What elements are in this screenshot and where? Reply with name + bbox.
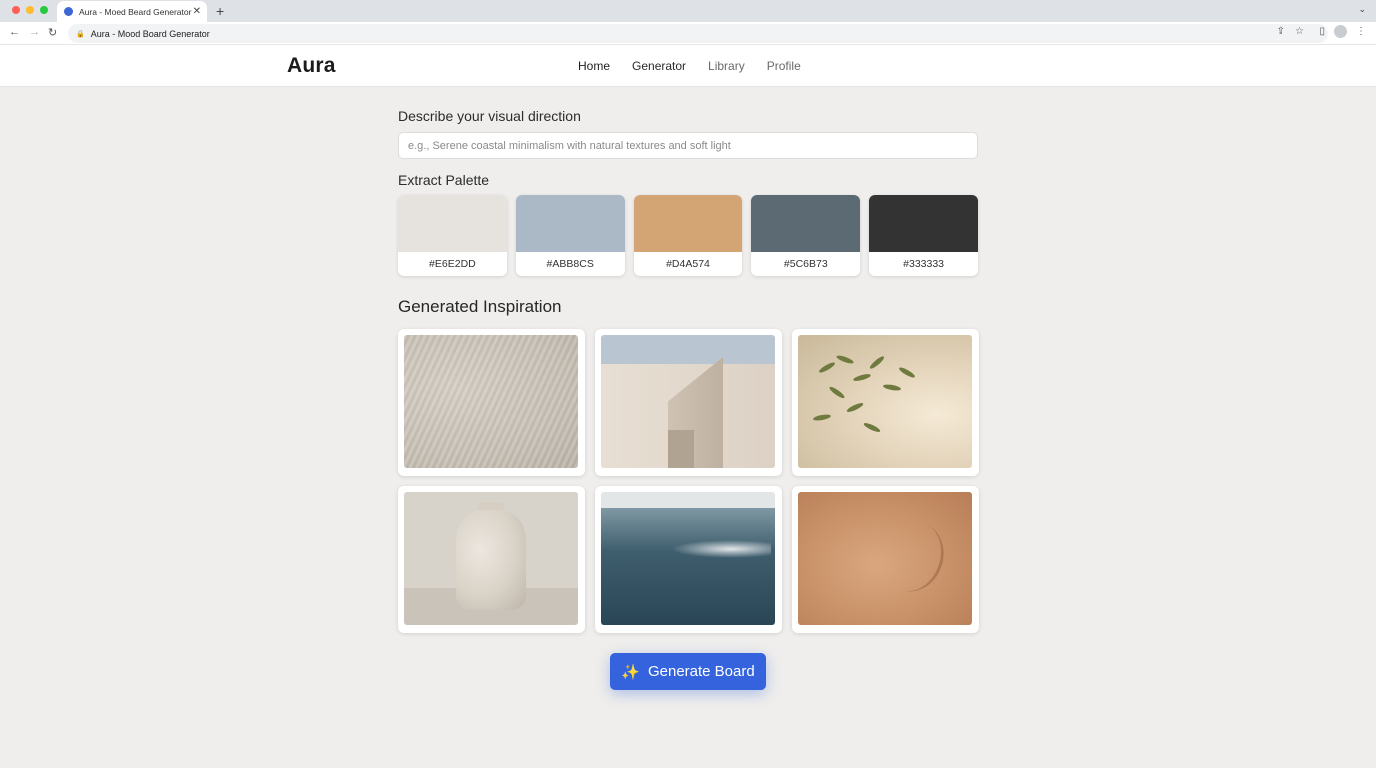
swatch-2[interactable]: #ABB8CS [515,195,625,276]
app-header: Aura Home Generator Library Profile [0,45,1376,87]
palette-swatches: #E6E2DD #ABB8CS #D4A574 #5C6B73 #333333 [398,195,978,276]
olive-branch-image [798,335,972,468]
lock-icon: 🔒 [76,30,85,38]
browser-menu-icon[interactable]: ⋮ [1356,26,1366,37]
share-icon[interactable]: ⇪ [1277,26,1285,37]
reload-icon[interactable]: ↻ [48,26,57,39]
inspiration-card-linen[interactable] [398,329,585,476]
nav-profile[interactable]: Profile [767,59,801,73]
favicon-icon [64,7,73,16]
tab-title: Aura - Moed Beard Generator [79,6,192,17]
maximize-window-button[interactable] [40,6,48,14]
visual-direction-input[interactable] [398,132,978,159]
swatch-color [515,195,625,252]
nav-library[interactable]: Library [708,59,745,73]
browser-tab[interactable]: Aura - Moed Beard Generator ✕ [57,1,207,22]
palette-title: Extract Palette [398,172,490,188]
swatch-1[interactable]: #E6E2DD [398,195,507,276]
sparkle-icon: ✨ [621,663,640,681]
swatch-color [633,195,743,252]
tab-search-chevron-icon[interactable]: ⌄ [1358,4,1366,15]
profile-avatar-icon[interactable] [1334,25,1347,38]
address-text: Aura - Mood Board Generator [90,28,210,39]
swatch-hex: #333333 [903,258,945,270]
swatch-color [398,195,507,252]
new-tab-icon[interactable]: + [216,3,224,19]
swatch-hex: #ABB8CS [546,258,594,270]
inspiration-card-sand[interactable] [792,486,979,633]
ocean-waves-image [601,492,775,625]
linen-texture-image [404,335,578,468]
browser-tab-bar: Aura - Moed Beard Generator ✕ + ⌄ [0,0,1376,22]
swatch-color [869,195,978,252]
inspiration-card-ocean[interactable] [595,486,782,633]
window-controls [12,6,48,14]
brand-logo[interactable]: Aura [287,54,336,78]
swatch-hex: #E6E2DD [429,258,476,270]
architecture-image [601,335,775,468]
inspiration-card-olive[interactable] [792,329,979,476]
address-bar[interactable]: 🔒 Aura - Mood Board Generator [68,24,1328,43]
swatch-3[interactable]: #D4A574 [633,195,743,276]
generator-panel: Describe your visual direction Extract P… [398,108,979,633]
inspiration-card-architecture[interactable] [595,329,782,476]
browser-toolbar: ← → ↻ 🔒 Aura - Mood Board Generator ⇪ ☆ … [0,22,1376,45]
inspiration-grid [398,329,979,633]
sand-texture-image [798,492,972,625]
swatch-hex: #5C6B73 [783,258,828,270]
forward-arrow-icon[interactable]: → [29,26,40,38]
generate-board-label: Generate Board [647,663,755,680]
back-arrow-icon[interactable]: ← [9,26,20,38]
swatch-5[interactable]: #333333 [869,195,978,276]
main-nav: Home Generator Library Profile [578,59,801,73]
vase-image [404,492,578,625]
generate-board-button[interactable]: ✨ Generate Board [610,653,766,690]
close-tab-icon[interactable]: ✕ [193,6,201,17]
swatch-color [751,195,861,252]
inspiration-card-vase[interactable] [398,486,585,633]
minimize-window-button[interactable] [26,6,34,14]
bookmark-star-icon[interactable]: ☆ [1295,26,1304,37]
inspiration-title: Generated Inspiration [398,297,562,316]
prompt-label: Describe your visual direction [398,108,581,124]
nav-home[interactable]: Home [578,59,610,73]
swatch-4[interactable]: #5C6B73 [751,195,861,276]
side-panel-icon[interactable]: ▯ [1319,26,1325,37]
nav-generator[interactable]: Generator [632,59,686,73]
swatch-hex: #D4A574 [666,258,710,270]
close-window-button[interactable] [12,6,20,14]
